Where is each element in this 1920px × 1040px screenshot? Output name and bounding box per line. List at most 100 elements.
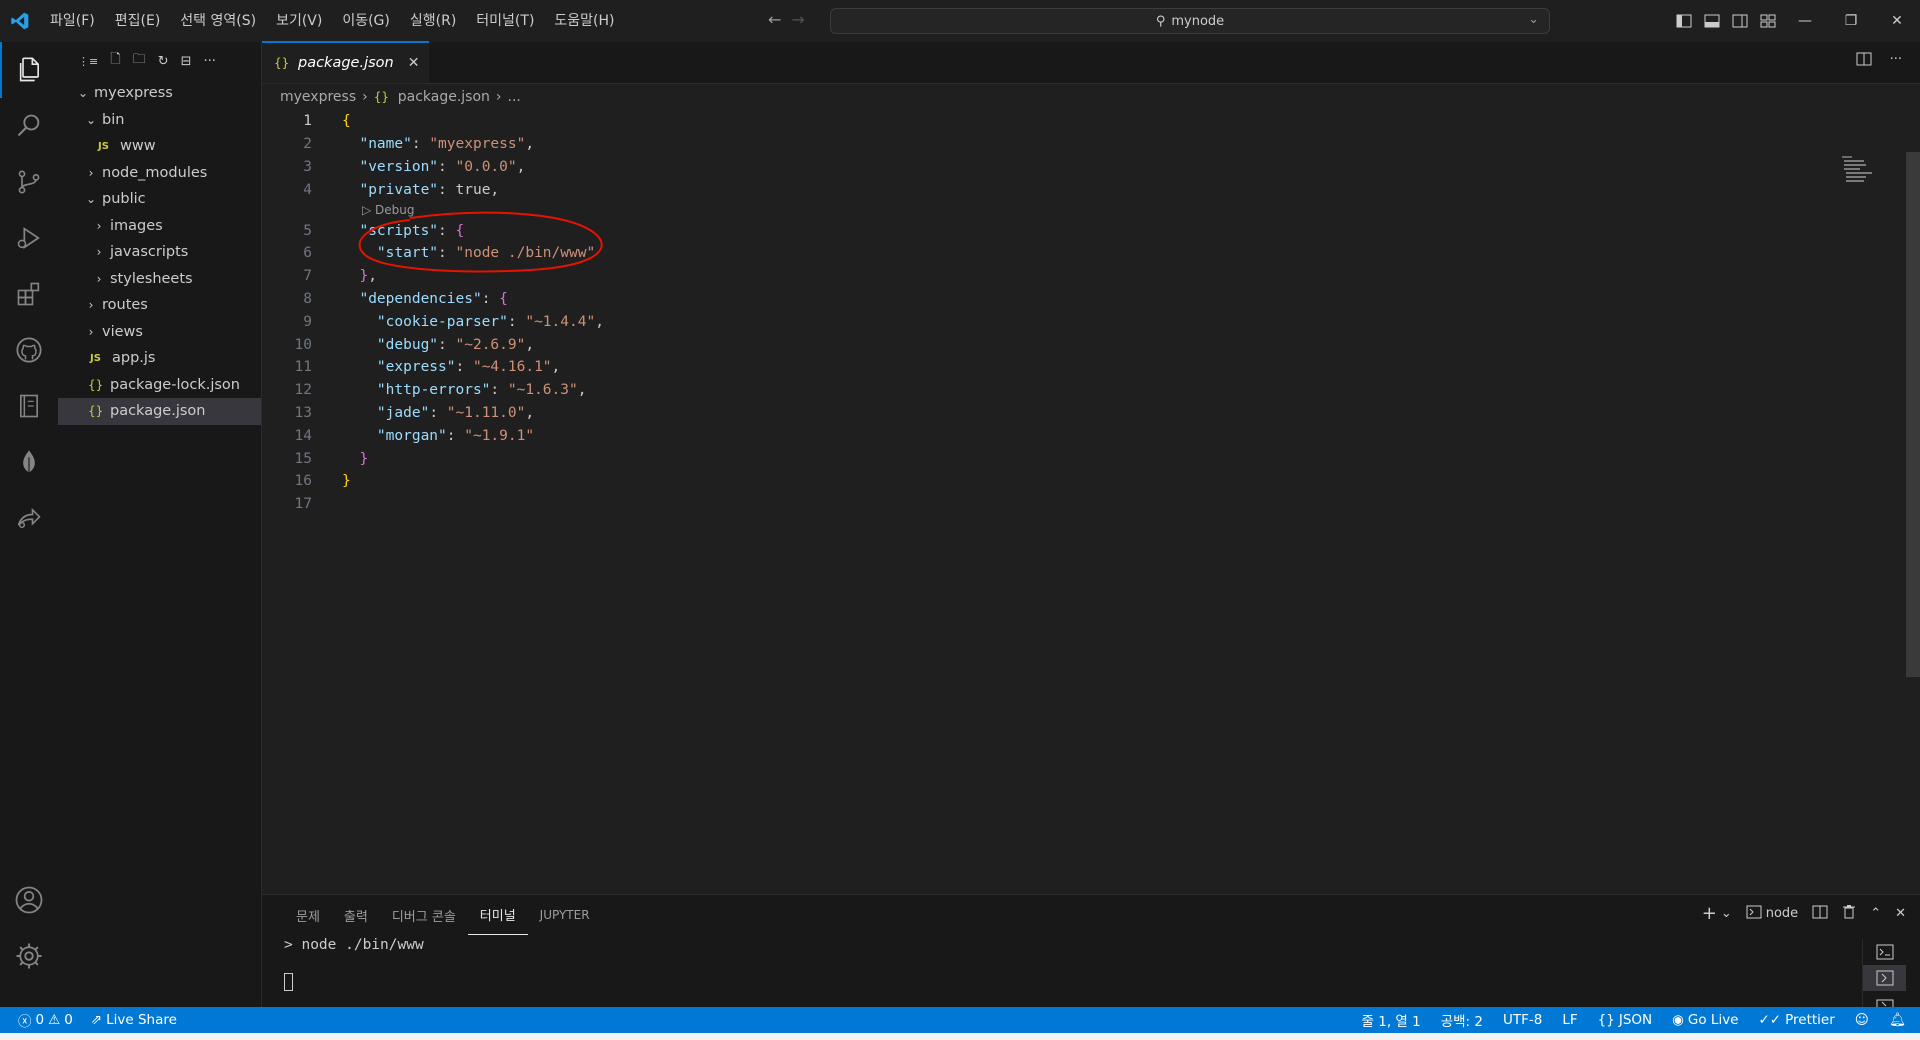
panel-tab[interactable]: 터미널 (467, 895, 528, 935)
tree-item[interactable]: ⌄ bin (58, 107, 261, 134)
tree-item-label: stylesheets (110, 270, 193, 287)
menu-item[interactable]: 실행(R) (400, 0, 466, 42)
toggle-sidebar-icon[interactable] (1670, 0, 1698, 42)
tree-item[interactable]: › node_modules (58, 160, 261, 187)
refresh-icon[interactable]: ↻ (158, 54, 169, 69)
go-live-button[interactable]: ◉ Go Live (1672, 1012, 1738, 1028)
more-actions-icon[interactable]: ··· (1890, 52, 1902, 70)
restore-button[interactable]: ❐ (1828, 0, 1874, 42)
language-mode[interactable]: {} JSON (1598, 1012, 1652, 1028)
code-line: 10 "debug": "~2.6.9", (262, 333, 1920, 356)
code-text: } (342, 473, 351, 490)
terminal-name[interactable]: node (1766, 906, 1798, 921)
window-controls: — ❐ ✕ (1670, 0, 1920, 42)
go-live-label: Go Live (1687, 1012, 1739, 1028)
prettier-status[interactable]: ✓✓ Prettier (1759, 1012, 1835, 1028)
more-actions-icon[interactable]: ··· (204, 54, 216, 69)
code-line: 17 (262, 493, 1920, 516)
minimize-button[interactable]: — (1782, 0, 1828, 42)
run-debug-icon[interactable] (0, 210, 58, 266)
menu-item[interactable]: 선택 영역(S) (170, 0, 266, 42)
menu-item[interactable]: 보기(V) (266, 0, 332, 42)
maximize-panel-icon[interactable]: ⌃ (1870, 906, 1881, 921)
close-window-button[interactable]: ✕ (1874, 0, 1920, 42)
tree-item[interactable]: › views (58, 319, 261, 346)
split-editor-icon[interactable] (1856, 52, 1872, 70)
forward-arrow-icon[interactable]: → (791, 10, 804, 29)
account-icon[interactable] (0, 872, 58, 928)
panel-tab[interactable]: JUPYTER (528, 895, 602, 935)
breadcrumb-more[interactable]: ... (508, 89, 521, 105)
panel-tab[interactable]: 출력 (332, 895, 380, 935)
live-share-icon[interactable] (0, 490, 58, 546)
code-area[interactable]: 1{2 "name": "myexpress", 3 "version": "0.… (262, 110, 1920, 516)
indentation[interactable]: 공백: 2 (1441, 1010, 1483, 1030)
collapse-all-icon[interactable]: ⊟ (181, 54, 192, 69)
tab-package-json[interactable]: {} package.json ✕ (262, 41, 430, 83)
explorer-icon[interactable] (0, 42, 58, 98)
code-line: 4 "private": true, (262, 178, 1920, 201)
search-icon[interactable] (0, 98, 58, 154)
new-file-icon[interactable]: 🗋 (110, 50, 120, 72)
close-panel-icon[interactable]: ✕ (1895, 906, 1906, 921)
toggle-panel-icon[interactable] (1698, 0, 1726, 42)
tree-item[interactable]: {} package-lock.json (58, 372, 261, 399)
end-of-line[interactable]: LF (1562, 1012, 1577, 1028)
customize-layout-icon[interactable] (1754, 0, 1782, 42)
collapse-icon[interactable]: ⋮≡ (78, 55, 98, 68)
menu-item[interactable]: 편집(E) (105, 0, 171, 42)
split-terminal-icon[interactable] (1812, 905, 1828, 923)
tree-item[interactable]: ⌄ public (58, 186, 261, 213)
tree-item[interactable]: JS www (58, 133, 261, 160)
mongodb-leaf-icon[interactable] (0, 434, 58, 490)
terminal-instance-icon[interactable] (1863, 939, 1906, 965)
source-control-icon[interactable] (0, 154, 58, 210)
cursor-position[interactable]: 줄 1, 열 1 (1362, 1010, 1421, 1030)
tree-item[interactable]: {} package.json (58, 398, 261, 425)
trash-icon[interactable] (1842, 904, 1856, 923)
github-icon[interactable] (0, 322, 58, 378)
notebook-icon[interactable] (0, 378, 58, 434)
new-terminal-icon[interactable]: + (1702, 903, 1717, 924)
live-share-status[interactable]: ⇗ Live Share (91, 1012, 177, 1028)
chevron-down-icon: ⌄ (77, 86, 89, 101)
minimap (1842, 156, 1872, 182)
tree-item[interactable]: › javascripts (58, 239, 261, 266)
problems-status[interactable]: ⓧ 0 ⚠ 0 (18, 1010, 73, 1030)
menu-item[interactable]: 파일(F) (40, 0, 105, 42)
menu-item[interactable]: 이동(G) (332, 0, 400, 42)
tree-item[interactable]: › images (58, 213, 261, 240)
terminal-instance-icon[interactable] (1863, 965, 1906, 991)
extensions-icon[interactable] (0, 266, 58, 322)
editor-scrollbar[interactable] (1906, 152, 1920, 677)
bell-icon[interactable]: 🔔︎ (1889, 1012, 1906, 1028)
chevron-down-icon[interactable]: ⌄ (1528, 12, 1539, 27)
tree-item[interactable]: JS app.js (58, 345, 261, 372)
terminal-list (1862, 939, 1906, 1009)
panel-tab[interactable]: 문제 (284, 895, 332, 935)
back-arrow-icon[interactable]: ← (768, 10, 781, 29)
menu-item[interactable]: 도움말(H) (544, 0, 624, 42)
tree-item[interactable]: › stylesheets (58, 266, 261, 293)
tree-item-label: package-lock.json (110, 376, 240, 393)
gear-icon[interactable] (0, 928, 58, 984)
chevron-down-icon[interactable]: ⌄ (1721, 906, 1732, 921)
toggle-secondary-sidebar-icon[interactable] (1726, 0, 1754, 42)
line-number: 17 (294, 496, 312, 513)
editor-group: {} package.json ✕ ··· myexpress › {} pac… (262, 41, 1920, 894)
line-number: 12 (294, 382, 312, 399)
terminal-output[interactable]: > node ./bin/www (262, 935, 1920, 995)
command-center-search[interactable]: ⚲ mynode ⌄ (830, 8, 1550, 34)
code-text: "http-errors": "~1.6.3", (376, 382, 587, 399)
tree-item[interactable]: ⌄ myexpress (58, 80, 261, 107)
panel-tab[interactable]: 디버그 콘솔 (380, 895, 468, 935)
breadcrumb-folder[interactable]: myexpress (280, 89, 356, 105)
encoding[interactable]: UTF-8 (1503, 1012, 1542, 1028)
new-folder-icon[interactable]: 🗀 (133, 50, 146, 72)
menu-item[interactable]: 터미널(T) (466, 0, 544, 42)
tree-item[interactable]: › routes (58, 292, 261, 319)
close-tab-icon[interactable]: ✕ (408, 55, 420, 71)
feedback-icon[interactable]: ☺ (1855, 1012, 1869, 1028)
breadcrumb-file[interactable]: package.json (398, 89, 490, 105)
tree-item-label: routes (102, 297, 148, 314)
